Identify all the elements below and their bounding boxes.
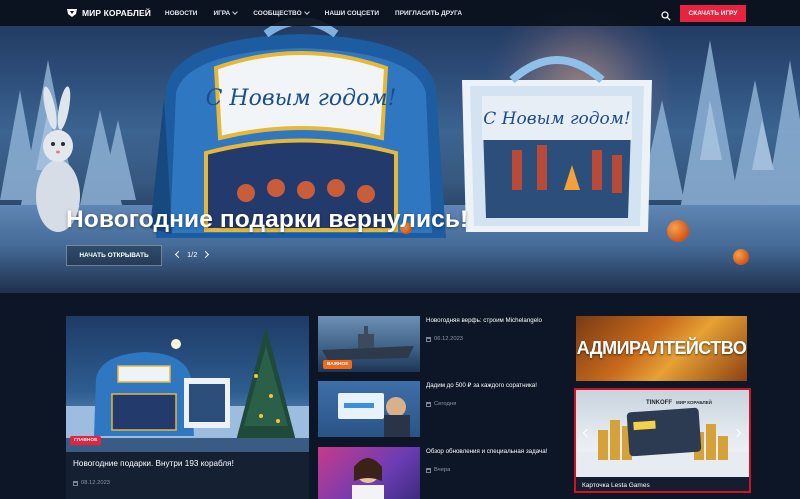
main-news-title[interactable]: Новогодние подарки. Внутри 193 корабля! xyxy=(73,459,234,468)
site-logo[interactable]: МИР КОРАБЛЕЙ xyxy=(66,8,151,18)
news-item[interactable]: Дадим до 500 ₽ за каждого соратника! Сег… xyxy=(318,381,568,437)
news-date: Вчера xyxy=(426,467,450,473)
lesta-card-title: Карточка Lesta Games xyxy=(582,482,650,489)
hero-title: Новогодние подарки вернулись! xyxy=(66,206,469,233)
lesta-card-banner[interactable]: TINKOFF МИР КОРАБЛЕЙ Карточка Lesta Game… xyxy=(574,388,751,493)
news-item[interactable]: Обзор обновления и специальная задача! В… xyxy=(318,447,568,499)
search-icon[interactable] xyxy=(661,8,671,21)
news-title: Новогодняя верфь: строим Michelangelo xyxy=(426,317,542,324)
prev-arrow-icon[interactable] xyxy=(174,250,183,259)
admiralty-text: АДМИРАЛТЕЙСТВО xyxy=(576,338,747,358)
nav-label: НАШИ СОЦСЕТИ xyxy=(324,9,380,17)
news-thumbnail xyxy=(318,381,420,437)
nav-item-socials[interactable]: НАШИ СОЦСЕТИ xyxy=(325,10,379,17)
page: С Новым годом! С Новым годом! Новогодние… xyxy=(0,0,800,499)
game-brand: МИР КОРАБЛЕЙ xyxy=(676,398,712,405)
calendar-icon xyxy=(426,336,431,342)
nav-item-invite-friend[interactable]: ПРИГЛАСИТЬ ДРУГА xyxy=(395,10,462,17)
gift-box-small-illustration: С Новым годом! xyxy=(462,56,652,232)
main-news-date: 08.12.2023 xyxy=(73,480,110,486)
lesta-card-image: TINKOFF МИР КОРАБЛЕЙ xyxy=(576,390,749,477)
nav-label: ПРИГЛАСИТЬ ДРУГА xyxy=(395,9,463,17)
download-game-button[interactable]: СКАЧАТЬ ИГРУ xyxy=(680,5,746,22)
news-date: 06.12.2023 xyxy=(426,336,463,342)
hero-pager: 1/2 xyxy=(174,250,210,259)
tinkoff-brand: TINKOFF xyxy=(646,400,672,406)
main-news-image xyxy=(66,316,309,452)
logo-text: МИР КОРАБЛЕЙ xyxy=(82,8,151,18)
date-text: 08.12.2023 xyxy=(81,480,111,486)
nav-menu: НОВОСТИ ИГРА СООБЩЕСТВО НАШИ СОЦСЕТИ ПРИ… xyxy=(165,8,478,17)
news-title: Дадим до 500 ₽ за каждого соратника! xyxy=(426,382,537,389)
admiralty-banner[interactable]: АДМИРАЛТЕЙСТВО xyxy=(576,316,747,381)
small-box-greeting: С Новым годом! xyxy=(483,109,630,129)
pager-counter: 1/2 xyxy=(187,250,198,259)
next-arrow-icon[interactable] xyxy=(202,250,210,259)
date-text: Вчера xyxy=(434,467,451,473)
top-navigation: МИР КОРАБЛЕЙ НОВОСТИ ИГРА СООБЩЕСТВО НАШ… xyxy=(0,0,800,26)
calendar-icon xyxy=(426,401,431,407)
news-item[interactable]: ВАЖНОЕ Новогодняя верфь: строим Michelan… xyxy=(318,316,568,372)
nav-label: НОВОСТИ xyxy=(164,9,198,17)
date-text: 06.12.2023 xyxy=(434,336,464,342)
date-text: Сегодня xyxy=(434,401,457,407)
main-news-card[interactable]: ГЛАВНОЕ xyxy=(66,316,309,499)
logo-emblem-icon xyxy=(66,8,78,18)
nav-label: СООБЩЕСТВО xyxy=(253,9,302,17)
tangerine-illustration xyxy=(667,220,689,242)
big-box-greeting: С Новым годом! xyxy=(206,86,397,111)
start-opening-button[interactable]: НАЧАТЬ ОТКРЫВАТЬ xyxy=(66,245,162,266)
calendar-icon xyxy=(73,480,78,486)
chevron-down-icon xyxy=(303,8,310,15)
nav-item-news[interactable]: НОВОСТИ xyxy=(165,10,198,17)
calendar-icon xyxy=(426,467,431,473)
news-title: Обзор обновления и специальная задача! xyxy=(426,448,548,455)
nav-label: ИГРА xyxy=(213,9,231,17)
main-badge: ГЛАВНОЕ xyxy=(70,436,102,445)
tangerine-illustration xyxy=(733,249,749,265)
important-badge: ВАЖНОЕ xyxy=(323,360,353,369)
hero-banner[interactable]: С Новым годом! С Новым годом! Новогодние… xyxy=(0,0,800,293)
nav-item-game[interactable]: ИГРА xyxy=(213,8,239,17)
chevron-down-icon xyxy=(232,8,239,15)
news-date: Сегодня xyxy=(426,401,456,407)
nav-item-community[interactable]: СООБЩЕСТВО xyxy=(253,8,310,17)
news-thumbnail xyxy=(318,447,420,499)
